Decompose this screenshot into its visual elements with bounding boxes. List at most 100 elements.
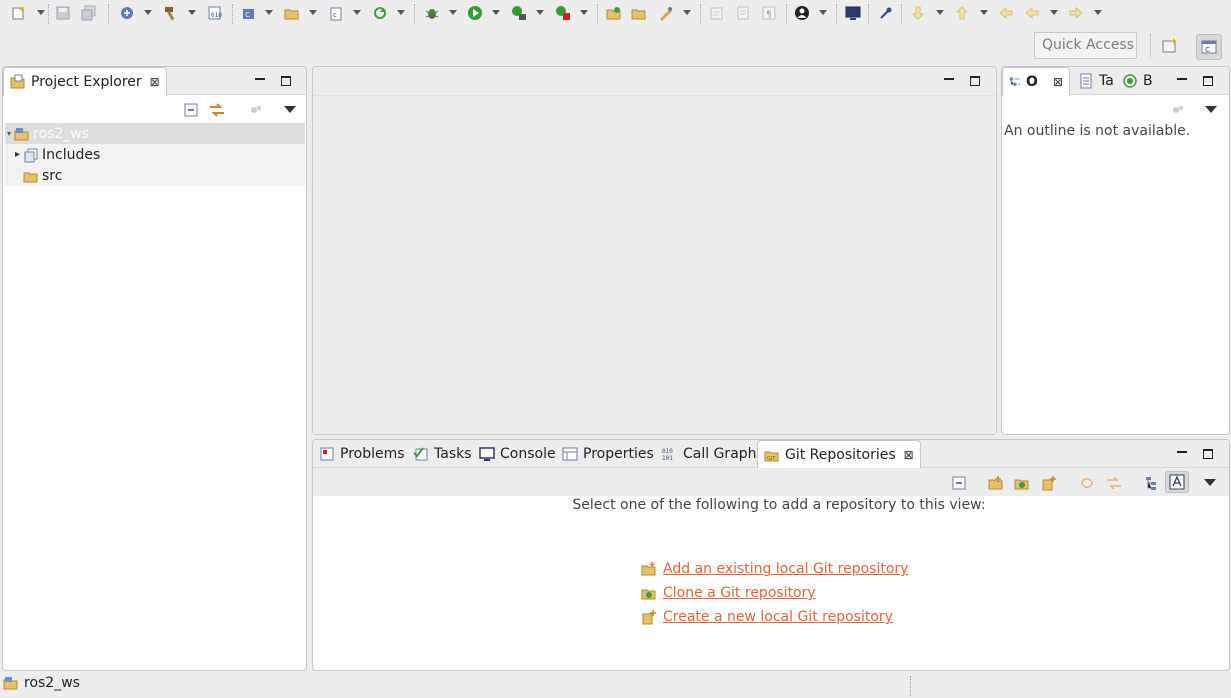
refresh-icon[interactable]	[1079, 475, 1095, 491]
tab-call-graph[interactable]: 010 101 Call Graph	[656, 440, 763, 468]
quick-access-input[interactable]: Quick Access	[1034, 32, 1137, 59]
tree-item-src[interactable]: src	[23, 165, 62, 186]
launch-icon[interactable]	[658, 5, 674, 21]
add-existing-repository-link[interactable]: Add an existing local Git repository	[663, 561, 908, 577]
minimize-button[interactable]	[1174, 446, 1190, 462]
save-all-icon[interactable]	[81, 5, 97, 21]
new-class-icon[interactable]: C	[241, 5, 257, 21]
bug-icon[interactable]	[424, 5, 440, 21]
account-icon[interactable]	[794, 5, 810, 21]
new-source-dropdown-icon[interactable]	[353, 10, 361, 15]
outline-message: An outline is not available.	[1004, 123, 1191, 139]
binary-icon[interactable]: 010	[207, 5, 223, 21]
add-repository-icon[interactable]	[988, 475, 1004, 491]
tree-item-ros2-ws[interactable]: ▾ ros2_ws	[7, 123, 89, 144]
status-text: ros2_ws	[24, 675, 80, 691]
perspective-separator	[1150, 34, 1151, 58]
main-toolbar: 010 C c ¶	[0, 0, 1231, 28]
debug-config-dropdown-icon[interactable]	[144, 10, 152, 15]
terminal-icon[interactable]	[845, 5, 861, 21]
close-icon[interactable]: ⊠	[150, 75, 160, 89]
debug-config-icon[interactable]	[119, 5, 135, 21]
new-class-dropdown-icon[interactable]	[265, 10, 273, 15]
refresh-dropdown-icon[interactable]	[397, 10, 405, 15]
close-icon[interactable]: ⊠	[904, 448, 914, 462]
account-dropdown-icon[interactable]	[819, 10, 827, 15]
debug-dropdown-icon[interactable]	[449, 10, 457, 15]
next-annotation-icon[interactable]	[910, 5, 926, 21]
run-config-icon[interactable]	[511, 5, 527, 21]
tab-tasks[interactable]: Tasks	[407, 440, 478, 468]
filter-icon[interactable]	[1170, 102, 1186, 118]
close-icon[interactable]: ⊠	[1053, 75, 1063, 89]
run-config-dropdown-icon[interactable]	[536, 10, 544, 15]
tab-console[interactable]: Console	[473, 440, 562, 468]
tab-git-repositories[interactable]: GIT Git Repositories ⊠	[757, 440, 921, 469]
forward-dropdown-icon[interactable]	[1094, 10, 1102, 15]
tab-label: Properties	[583, 446, 654, 462]
mark-icon[interactable]	[709, 5, 725, 21]
task-icon[interactable]	[735, 5, 751, 21]
link-with-editor-icon[interactable]	[208, 102, 226, 118]
tree-item-includes[interactable]: ▸ Includes	[15, 144, 100, 165]
pin-icon[interactable]	[878, 5, 894, 21]
c-perspective-button[interactable]: C	[1196, 34, 1222, 60]
new-source-icon[interactable]: c	[328, 5, 344, 21]
new-folder-dropdown-icon[interactable]	[309, 10, 317, 15]
view-menu-icon[interactable]	[284, 106, 296, 113]
view-menu-icon[interactable]	[1205, 106, 1217, 113]
prev-annotation-dropdown-icon[interactable]	[980, 10, 988, 15]
open-folder-icon[interactable]	[631, 5, 647, 21]
minimize-button[interactable]	[941, 73, 957, 89]
save-icon[interactable]	[55, 5, 71, 21]
next-annotation-dropdown-icon[interactable]	[936, 10, 944, 15]
show-details-button[interactable]	[1165, 471, 1189, 493]
filter-icon[interactable]	[248, 102, 264, 118]
clone-repository-icon[interactable]	[1014, 475, 1030, 491]
run-icon[interactable]	[467, 5, 483, 21]
build-dropdown-icon[interactable]	[188, 10, 196, 15]
forward-icon[interactable]	[1068, 5, 1084, 21]
maximize-button[interactable]	[278, 73, 294, 89]
stop-icon[interactable]	[555, 5, 571, 21]
view-menu-icon[interactable]	[1204, 479, 1216, 486]
create-repository-link[interactable]: Create a new local Git repository	[663, 609, 893, 625]
collapse-all-icon[interactable]	[183, 102, 199, 118]
tab-problems[interactable]: Problems	[313, 440, 411, 468]
back-icon[interactable]	[1024, 5, 1040, 21]
open-type-icon[interactable]	[606, 5, 622, 21]
run-dropdown-icon[interactable]	[492, 10, 500, 15]
add-repository-icon	[641, 562, 656, 576]
clone-repository-link[interactable]: Clone a Git repository	[663, 585, 816, 601]
tab-build-targets[interactable]: B	[1116, 67, 1159, 95]
link-with-selection-icon[interactable]	[1105, 475, 1123, 491]
maximize-button[interactable]	[1200, 446, 1216, 462]
tab-project-explorer[interactable]: Project Explorer ⊠	[3, 67, 167, 96]
build-hammer-icon[interactable]	[163, 5, 179, 21]
minimize-button[interactable]	[252, 73, 268, 89]
tab-outline[interactable]: O ⊠	[1002, 67, 1070, 96]
launch-dropdown-icon[interactable]	[683, 10, 691, 15]
tab-properties[interactable]: Properties	[556, 440, 660, 468]
maximize-button[interactable]	[1200, 73, 1216, 89]
task-list-icon	[1080, 73, 1092, 89]
collapse-all-icon[interactable]	[951, 475, 967, 491]
last-edit-icon[interactable]	[998, 5, 1014, 21]
tab-label: Call Graph	[683, 446, 757, 462]
paragraph-icon[interactable]: ¶	[761, 5, 777, 21]
collapse-arrow-icon[interactable]: ▾	[7, 129, 11, 138]
refresh-icon[interactable]	[372, 5, 388, 21]
prev-annotation-icon[interactable]	[954, 5, 970, 21]
back-dropdown-icon[interactable]	[1050, 10, 1058, 15]
stop-dropdown-icon[interactable]	[580, 10, 588, 15]
new-dropdown-icon[interactable]	[37, 10, 45, 15]
expand-arrow-icon[interactable]: ▸	[15, 149, 20, 160]
open-perspective-icon[interactable]	[1159, 35, 1181, 57]
minimize-button[interactable]	[1174, 73, 1190, 89]
maximize-button[interactable]	[967, 73, 983, 89]
new-folder-icon[interactable]	[284, 5, 300, 21]
tab-task-list[interactable]: Ta	[1072, 67, 1120, 95]
hierarchical-layout-icon[interactable]	[1144, 475, 1160, 491]
new-icon[interactable]	[11, 5, 27, 21]
create-repository-icon[interactable]	[1041, 475, 1057, 491]
